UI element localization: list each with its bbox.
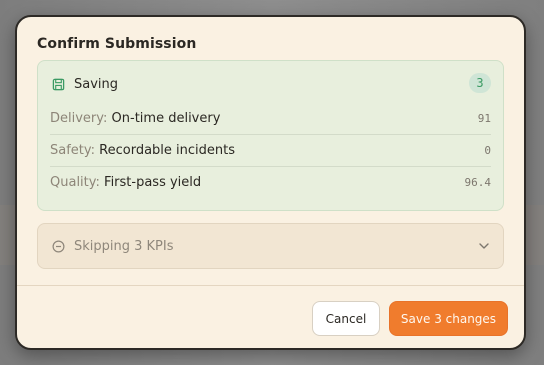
kpi-row: Safety: Recordable incidents 0 (50, 134, 491, 166)
dialog-title: Confirm Submission (37, 36, 197, 52)
saving-section: Saving 3 Delivery: On-time delivery 91 S… (37, 60, 504, 211)
kpi-value: 0 (484, 144, 491, 157)
cancel-button[interactable]: Cancel (312, 301, 380, 336)
kpi-name: On-time delivery (111, 110, 221, 126)
kpi-category: Quality: (50, 175, 100, 190)
kpi-category: Delivery: (50, 110, 108, 126)
skipping-section-toggle[interactable]: Skipping 3 KPIs (37, 223, 504, 269)
kpi-category: Safety: (50, 143, 96, 158)
skipping-label: Skipping 3 KPIs (74, 238, 174, 254)
chevron-down-icon[interactable] (477, 239, 491, 253)
kpi-label: Safety: Recordable incidents (50, 143, 235, 158)
saving-title: Saving (74, 76, 119, 92)
kpi-value: 91 (477, 111, 491, 125)
save-changes-button[interactable]: Save 3 changes (389, 301, 508, 336)
kpi-name: First-pass yield (104, 175, 202, 190)
kpi-row: Delivery: On-time delivery 91 (50, 102, 491, 134)
footer-divider (17, 285, 524, 286)
save-icon (52, 78, 65, 90)
kpi-name: Recordable incidents (99, 143, 236, 158)
saving-header: Saving (52, 75, 118, 93)
saving-count-badge: 3 (469, 73, 491, 93)
kpi-row: Quality: First-pass yield 96.4 (50, 166, 491, 198)
kpi-label: Delivery: On-time delivery (50, 111, 220, 126)
confirm-submission-dialog: Confirm Submission Saving 3 Delivery: On… (15, 15, 526, 350)
minus-circle-icon (52, 240, 65, 252)
kpi-value: 96.4 (464, 176, 492, 189)
kpi-label: Quality: First-pass yield (50, 175, 201, 190)
